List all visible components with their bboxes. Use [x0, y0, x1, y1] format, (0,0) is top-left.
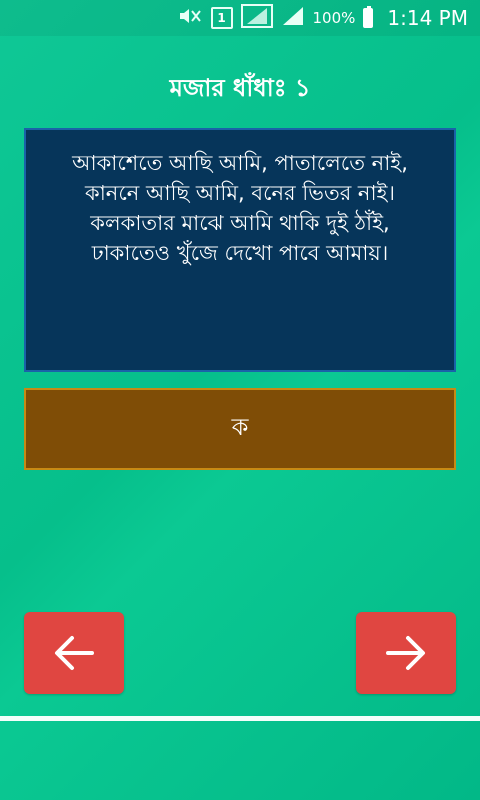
- answer-box[interactable]: ক: [24, 388, 456, 470]
- next-button[interactable]: [356, 612, 456, 694]
- status-bar: 1 100% 1:14 PM: [0, 0, 480, 36]
- arrow-left-icon: [55, 636, 94, 670]
- page-title: মজার ধাঁধাঃ ১: [169, 74, 311, 102]
- battery-icon: [363, 6, 374, 28]
- battery-percent: 100%: [312, 9, 356, 27]
- answer-text: ক: [231, 413, 249, 441]
- riddle-line-2: কাননে আছি আমি, বনের ভিতর নাই।: [85, 181, 395, 205]
- signal-icon-2: [281, 5, 305, 31]
- mute-icon: [177, 6, 203, 30]
- riddle-box: আকাশেতে আছি আমি, পাতালেতে নাই, কাননে আছি…: [24, 128, 456, 372]
- signal-icon: [240, 4, 273, 32]
- riddle-line-3: কলকাতার মাঝে আমি থাকি দুই ঠাঁই,: [90, 211, 390, 235]
- clock: 1:14 PM: [387, 6, 468, 30]
- divider: [0, 716, 480, 721]
- riddle-line-1: আকাশেতে আছি আমি, পাতালেতে নাই,: [72, 151, 408, 175]
- riddle-line-4: ঢাকাতেও খুঁজে দেখো পাবে আমায়।: [91, 241, 389, 265]
- arrow-right-icon: [386, 636, 425, 670]
- previous-button[interactable]: [24, 612, 124, 694]
- sim-icon: 1: [210, 7, 233, 29]
